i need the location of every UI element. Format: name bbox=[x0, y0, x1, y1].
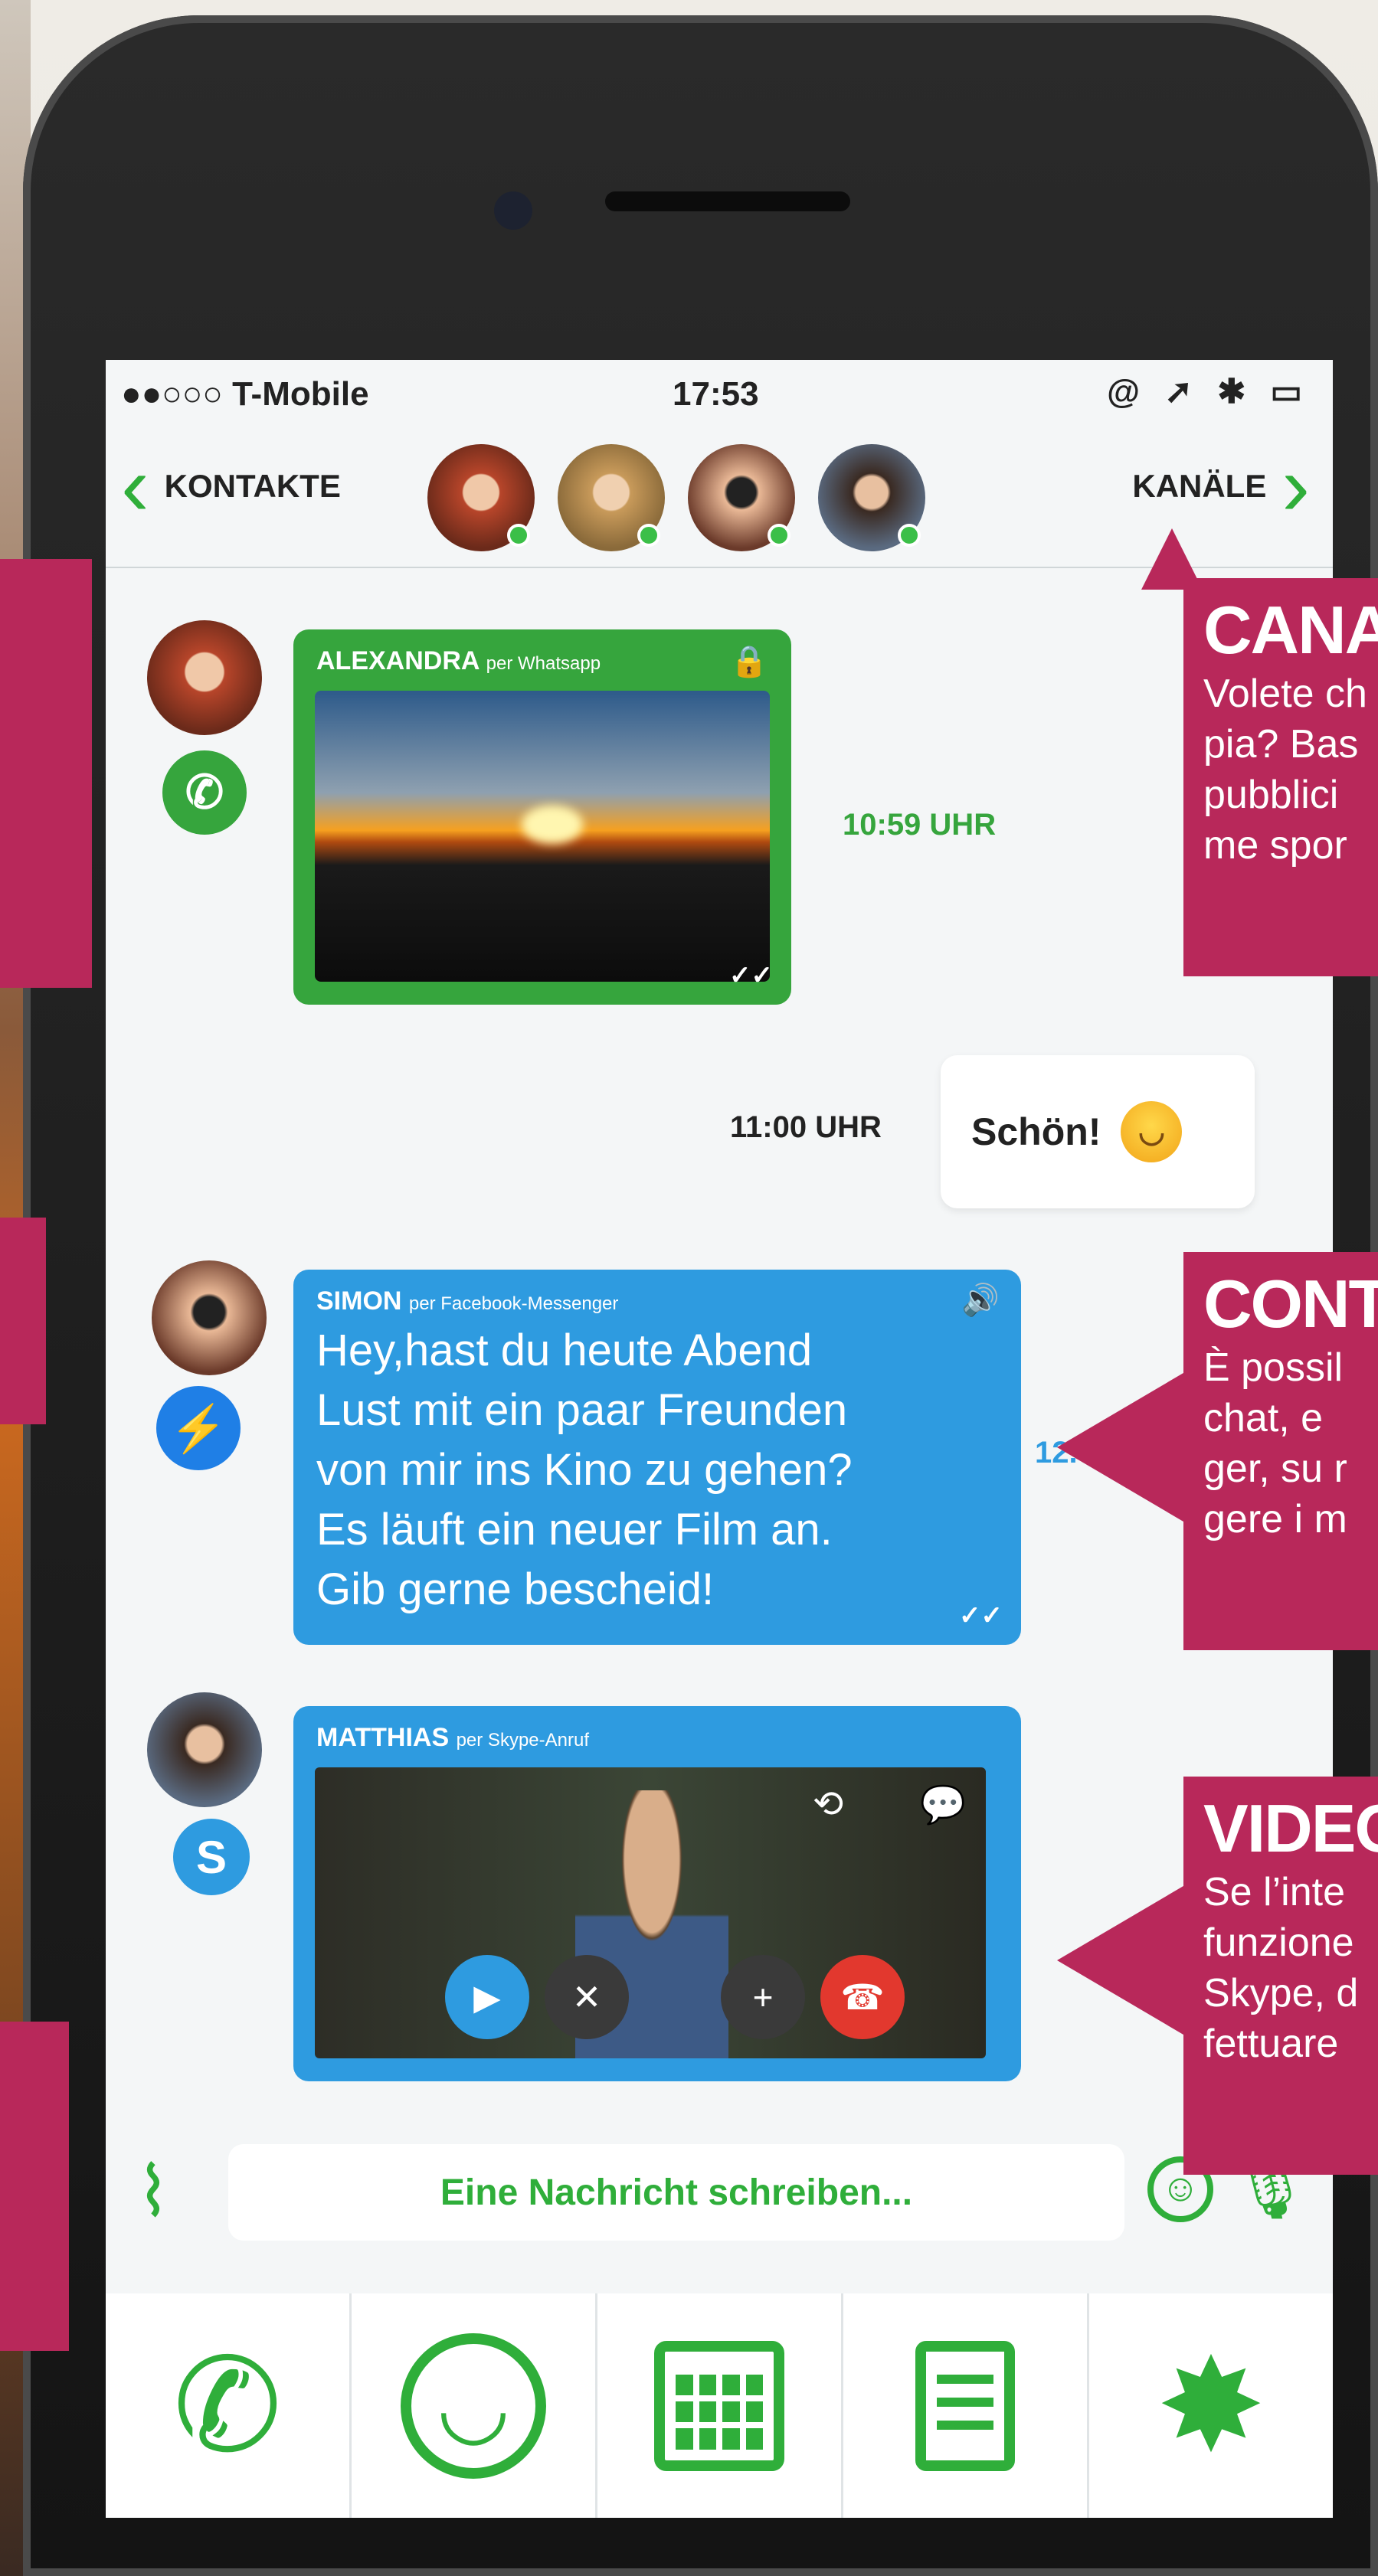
composer: ⌇ Eine Nachricht schreiben... ☺ 🎙 bbox=[106, 2121, 1333, 2274]
phone-icon: ✆ bbox=[172, 2332, 283, 2479]
hang-up-button[interactable]: ☎ bbox=[820, 1955, 905, 2039]
callout-video: VIDEO Se l’inte funzione Skype, d fettua… bbox=[1183, 1777, 1378, 2175]
callout-line: funzione bbox=[1203, 1921, 1354, 1965]
callout-line: me spor bbox=[1203, 823, 1347, 868]
callout-line: gere i m bbox=[1203, 1497, 1347, 1541]
sender-name: MATTHIAS bbox=[316, 1723, 450, 1752]
callout-channels: CANAL Volete ch pia? Bas pubblici me spo… bbox=[1183, 578, 1378, 976]
channel-label: per Skype-Anruf bbox=[456, 1730, 589, 1751]
speaker-icon[interactable]: 🔊 bbox=[961, 1282, 1000, 1318]
toolbar-emoji[interactable]: ◡ bbox=[352, 2293, 597, 2518]
callout-pointer-left bbox=[0, 2022, 69, 2351]
chat-icon[interactable]: 💬 bbox=[920, 1783, 966, 1826]
shared-photo[interactable] bbox=[315, 691, 770, 982]
lock-icon: 🔒 bbox=[730, 645, 768, 678]
skype-icon: S bbox=[173, 1819, 250, 1895]
read-receipt: ✓✓ bbox=[959, 1601, 1003, 1630]
switch-camera-icon[interactable]: ⟲ bbox=[813, 1783, 843, 1826]
chevron-right-icon: › bbox=[1281, 439, 1310, 533]
smiley-icon: ◡ bbox=[401, 2332, 546, 2479]
online-indicator bbox=[507, 524, 530, 547]
avatar[interactable] bbox=[688, 444, 795, 551]
video-toggle-button[interactable]: ▶ bbox=[445, 1955, 529, 2039]
callout-line: fettuare bbox=[1203, 2022, 1339, 2066]
front-camera bbox=[494, 191, 532, 230]
message-time: 10:59 UHR bbox=[843, 808, 997, 842]
smiley-emoji-icon: ◡ bbox=[1121, 1101, 1183, 1162]
callout-title: CONTE bbox=[1203, 1266, 1378, 1342]
callout-line: Skype, d bbox=[1203, 1971, 1359, 2015]
message-line: Lust mit ein paar Freunden bbox=[316, 1385, 848, 1435]
channel-label: per Facebook-Messenger bbox=[408, 1293, 619, 1314]
mute-button[interactable]: ✕ bbox=[545, 1955, 629, 2039]
carrier-label: ●●○○○ T-Mobile bbox=[121, 375, 369, 413]
online-indicator bbox=[768, 524, 790, 547]
video-call-bubble[interactable]: MATTHIAS per Skype-Anruf ⟲ 💬 ▶ ✕ + ☎ bbox=[293, 1706, 1021, 2081]
message-text: Schön! bbox=[971, 1110, 1101, 1153]
avatar[interactable] bbox=[152, 1260, 267, 1375]
status-bar: ●●○○○ T-Mobile 17:53 @ ➚ ✱ ▭ bbox=[106, 360, 1333, 429]
callout-line: Volete ch bbox=[1203, 672, 1367, 716]
toolbar-document[interactable] bbox=[843, 2293, 1089, 2518]
toolbar-burst[interactable]: ✸ bbox=[1089, 2293, 1333, 2518]
callout-pointer-left bbox=[0, 1218, 46, 1424]
toolbar-calendar[interactable] bbox=[597, 2293, 843, 2518]
message-line: Gib gerne bescheid! bbox=[316, 1564, 715, 1614]
callout-line: È possil bbox=[1203, 1345, 1344, 1390]
calendar-icon bbox=[654, 2340, 784, 2471]
avatar[interactable] bbox=[427, 444, 535, 551]
avatar[interactable] bbox=[147, 1692, 262, 1807]
online-contacts bbox=[427, 444, 925, 551]
callout-pointer-left bbox=[0, 559, 92, 988]
toolbar-call[interactable]: ✆ bbox=[106, 2293, 352, 2518]
callout-title: CANAL bbox=[1203, 592, 1378, 668]
document-icon bbox=[915, 2340, 1015, 2471]
add-participant-button[interactable]: + bbox=[721, 1955, 805, 2039]
callout-title: VIDEO bbox=[1203, 1790, 1378, 1866]
message-time: 11:00 UHR bbox=[730, 1110, 882, 1144]
bottom-toolbar: ✆ ◡ ✸ bbox=[106, 2293, 1333, 2518]
avatar[interactable] bbox=[558, 444, 665, 551]
attachment-icon[interactable]: ⌇ bbox=[136, 2152, 170, 2232]
online-indicator bbox=[637, 524, 660, 547]
callout-contents: CONTE È possil chat, e ger, su r gere i … bbox=[1183, 1252, 1378, 1650]
callout-line: ger, su r bbox=[1203, 1447, 1347, 1491]
back-label: KONTAKTE bbox=[164, 468, 341, 504]
messenger-icon: ⚡ bbox=[156, 1386, 241, 1470]
avatar[interactable] bbox=[147, 620, 262, 735]
online-indicator bbox=[898, 524, 921, 547]
chat-header: ‹ KONTAKTE KANÄLE › bbox=[106, 429, 1333, 568]
sender-name: ALEXANDRA bbox=[316, 646, 480, 675]
back-button[interactable]: ‹ KONTAKTE bbox=[121, 439, 341, 533]
message-input[interactable]: Eine Nachricht schreiben... bbox=[228, 2144, 1124, 2241]
earpiece-speaker bbox=[605, 191, 850, 211]
whatsapp-icon: ✆ bbox=[162, 750, 247, 835]
channels-label: KANÄLE bbox=[1132, 468, 1267, 504]
callout-line: pubblici bbox=[1203, 773, 1339, 817]
message-bubble-image[interactable]: ALEXANDRA per Whatsapp 🔒 ✓✓ bbox=[293, 629, 791, 1005]
outgoing-message[interactable]: Schön! ◡ bbox=[941, 1055, 1255, 1208]
message-line: Hey,hast du heute Abend bbox=[316, 1326, 813, 1375]
message-bubble-text[interactable]: SIMON per Facebook-Messenger 🔊 Hey,hast … bbox=[293, 1270, 1021, 1645]
sender-name: SIMON bbox=[316, 1286, 402, 1316]
clock: 17:53 bbox=[673, 375, 759, 413]
callout-line: chat, e bbox=[1203, 1396, 1324, 1440]
message-line: Es läuft ein neuer Film an. bbox=[316, 1505, 833, 1554]
channel-label: per Whatsapp bbox=[486, 653, 601, 674]
callout-line: Se l’inte bbox=[1203, 1870, 1345, 1914]
status-indicators: @ ➚ ✱ ▭ bbox=[1107, 373, 1310, 410]
chevron-left-icon: ‹ bbox=[121, 439, 149, 533]
message-line: von mir ins Kino zu gehen? bbox=[316, 1445, 853, 1495]
sun bbox=[522, 806, 583, 844]
avatar[interactable] bbox=[818, 444, 925, 551]
channels-button[interactable]: KANÄLE › bbox=[1132, 439, 1310, 533]
callout-line: pia? Bas bbox=[1203, 722, 1359, 767]
burst-icon: ✸ bbox=[1156, 2332, 1266, 2479]
video-feed: ⟲ 💬 ▶ ✕ + ☎ bbox=[315, 1767, 986, 2058]
read-receipt: ✓✓ bbox=[729, 961, 773, 990]
